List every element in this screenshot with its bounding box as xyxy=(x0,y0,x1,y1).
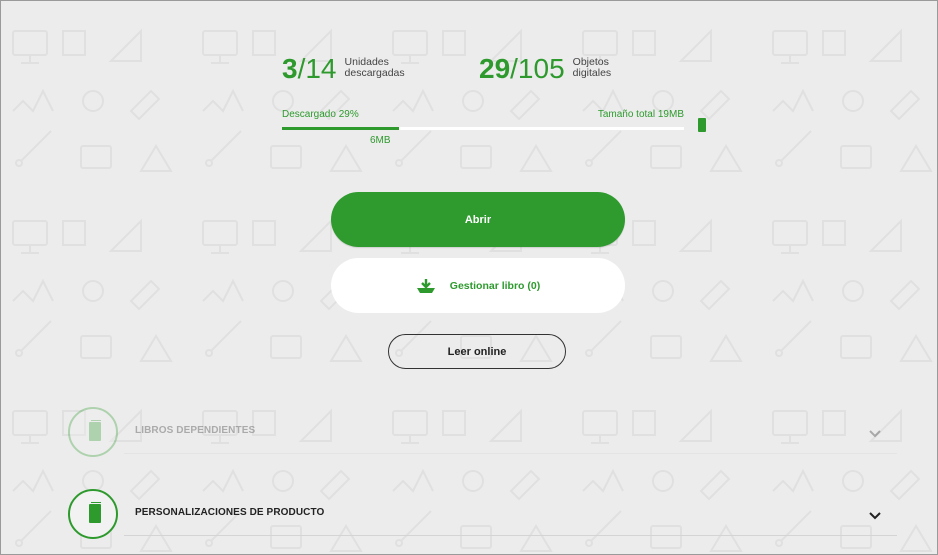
progress-fill xyxy=(282,127,399,130)
section-title: LIBROS DEPENDIENTES xyxy=(135,425,256,436)
section-divider xyxy=(124,535,897,536)
chevron-down-icon[interactable] xyxy=(869,425,881,443)
units-downloaded: 3 xyxy=(282,53,298,84)
units-label: Unidades descargadas xyxy=(344,56,405,79)
total-size-label: Tamaño total 19MB xyxy=(597,109,684,120)
open-button-label: Abrir xyxy=(464,213,492,226)
objects-downloaded: 29 xyxy=(479,53,511,84)
downloaded-percent-label: Descargado 29% xyxy=(282,109,359,120)
objects-label: Objetos digitales xyxy=(572,56,612,79)
section-divider xyxy=(124,453,897,454)
downloaded-size-label: 6MB xyxy=(370,135,391,146)
objects-stat: 29 /105 Objetos digitales xyxy=(479,55,611,83)
phone-icon xyxy=(698,118,706,132)
dependent-books-section[interactable]: LIBROS DEPENDIENTES xyxy=(64,401,897,461)
download-icon xyxy=(416,278,436,294)
objects-total: /105 xyxy=(510,53,565,84)
units-total: /14 xyxy=(297,53,337,84)
manage-book-button[interactable]: Gestionar libro (0) xyxy=(331,258,625,313)
progress-track xyxy=(282,127,684,130)
manage-book-label: Gestionar libro (0) xyxy=(449,279,541,292)
read-online-button[interactable]: Leer online xyxy=(388,334,566,369)
app-frame: 3 /14 Unidades descargadas 29 /105 Objet… xyxy=(0,0,938,555)
chevron-down-icon[interactable] xyxy=(869,507,881,525)
product-customizations-section[interactable]: PERSONALIZACIONES DE PRODUCTO xyxy=(64,483,897,543)
book-icon xyxy=(89,502,101,523)
section-title: PERSONALIZACIONES DE PRODUCTO xyxy=(135,507,325,518)
book-icon xyxy=(89,420,101,441)
read-online-label: Leer online xyxy=(447,345,507,358)
units-label-line2: descargadas xyxy=(344,66,405,79)
objects-label-line2: digitales xyxy=(572,66,612,79)
units-stat: 3 /14 Unidades descargadas xyxy=(282,55,405,83)
open-button[interactable]: Abrir xyxy=(331,192,625,247)
